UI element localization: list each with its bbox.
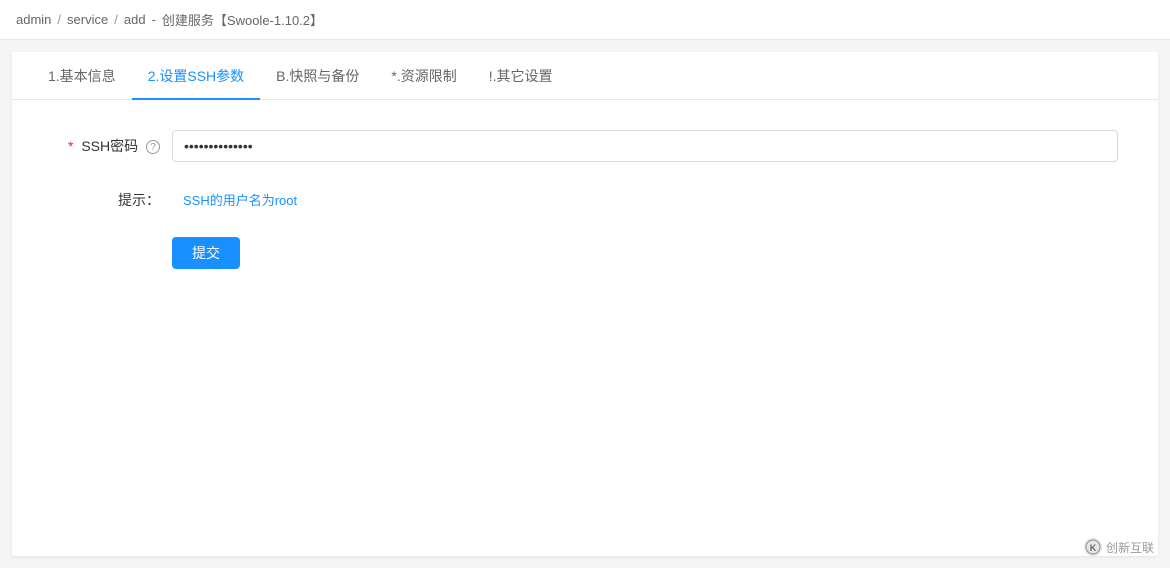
submit-button[interactable]: 提交 (172, 237, 240, 269)
tab-basic-info[interactable]: 1.基本信息 (32, 52, 132, 100)
svg-text:K: K (1090, 543, 1097, 553)
watermark: K 创新互联 (1084, 538, 1154, 556)
breadcrumb-separator-dash: - (152, 12, 156, 27)
help-icon[interactable]: ? (146, 140, 160, 154)
ssh-password-input[interactable] (172, 130, 1118, 162)
breadcrumb-sep-1: / (57, 12, 61, 27)
ssh-password-label-text: SSH密码 (81, 138, 138, 154)
breadcrumb-service[interactable]: service (67, 12, 108, 27)
tab-other-settings[interactable]: !.其它设置 (473, 52, 569, 100)
tab-snapshot-backup[interactable]: B.快照与备份 (260, 52, 375, 100)
watermark-icon: K (1084, 538, 1102, 556)
ssh-password-label: * SSH密码 ? (52, 136, 172, 156)
tab-ssh-params[interactable]: 2.设置SSH参数 (132, 52, 260, 100)
hint-label: 提示： (52, 190, 172, 210)
tab-bar: 1.基本信息 2.设置SSH参数 B.快照与备份 *.资源限制 !.其它设置 (12, 52, 1158, 100)
hint-text: SSH的用户名为root (172, 186, 1118, 213)
breadcrumb-title: 创建服务【Swoole-1.10.2】 (162, 10, 323, 29)
hint-row: 提示： SSH的用户名为root (12, 186, 1158, 213)
required-mark: * (68, 138, 73, 154)
form-area: * SSH密码 ? 提示： SSH的用户名为root 提交 (12, 100, 1158, 323)
breadcrumb-admin[interactable]: admin (16, 12, 51, 27)
breadcrumb-bar: admin / service / add - 创建服务【Swoole-1.10… (0, 0, 1170, 40)
main-content: 1.基本信息 2.设置SSH参数 B.快照与备份 *.资源限制 !.其它设置 *… (12, 52, 1158, 556)
form-action-row: 提交 (12, 237, 1158, 269)
watermark-text: 创新互联 (1106, 539, 1154, 556)
tab-resource-limit[interactable]: *.资源限制 (375, 52, 472, 100)
breadcrumb-add[interactable]: add (124, 12, 146, 27)
breadcrumb-sep-2: / (114, 12, 118, 27)
ssh-password-row: * SSH密码 ? (12, 130, 1158, 162)
